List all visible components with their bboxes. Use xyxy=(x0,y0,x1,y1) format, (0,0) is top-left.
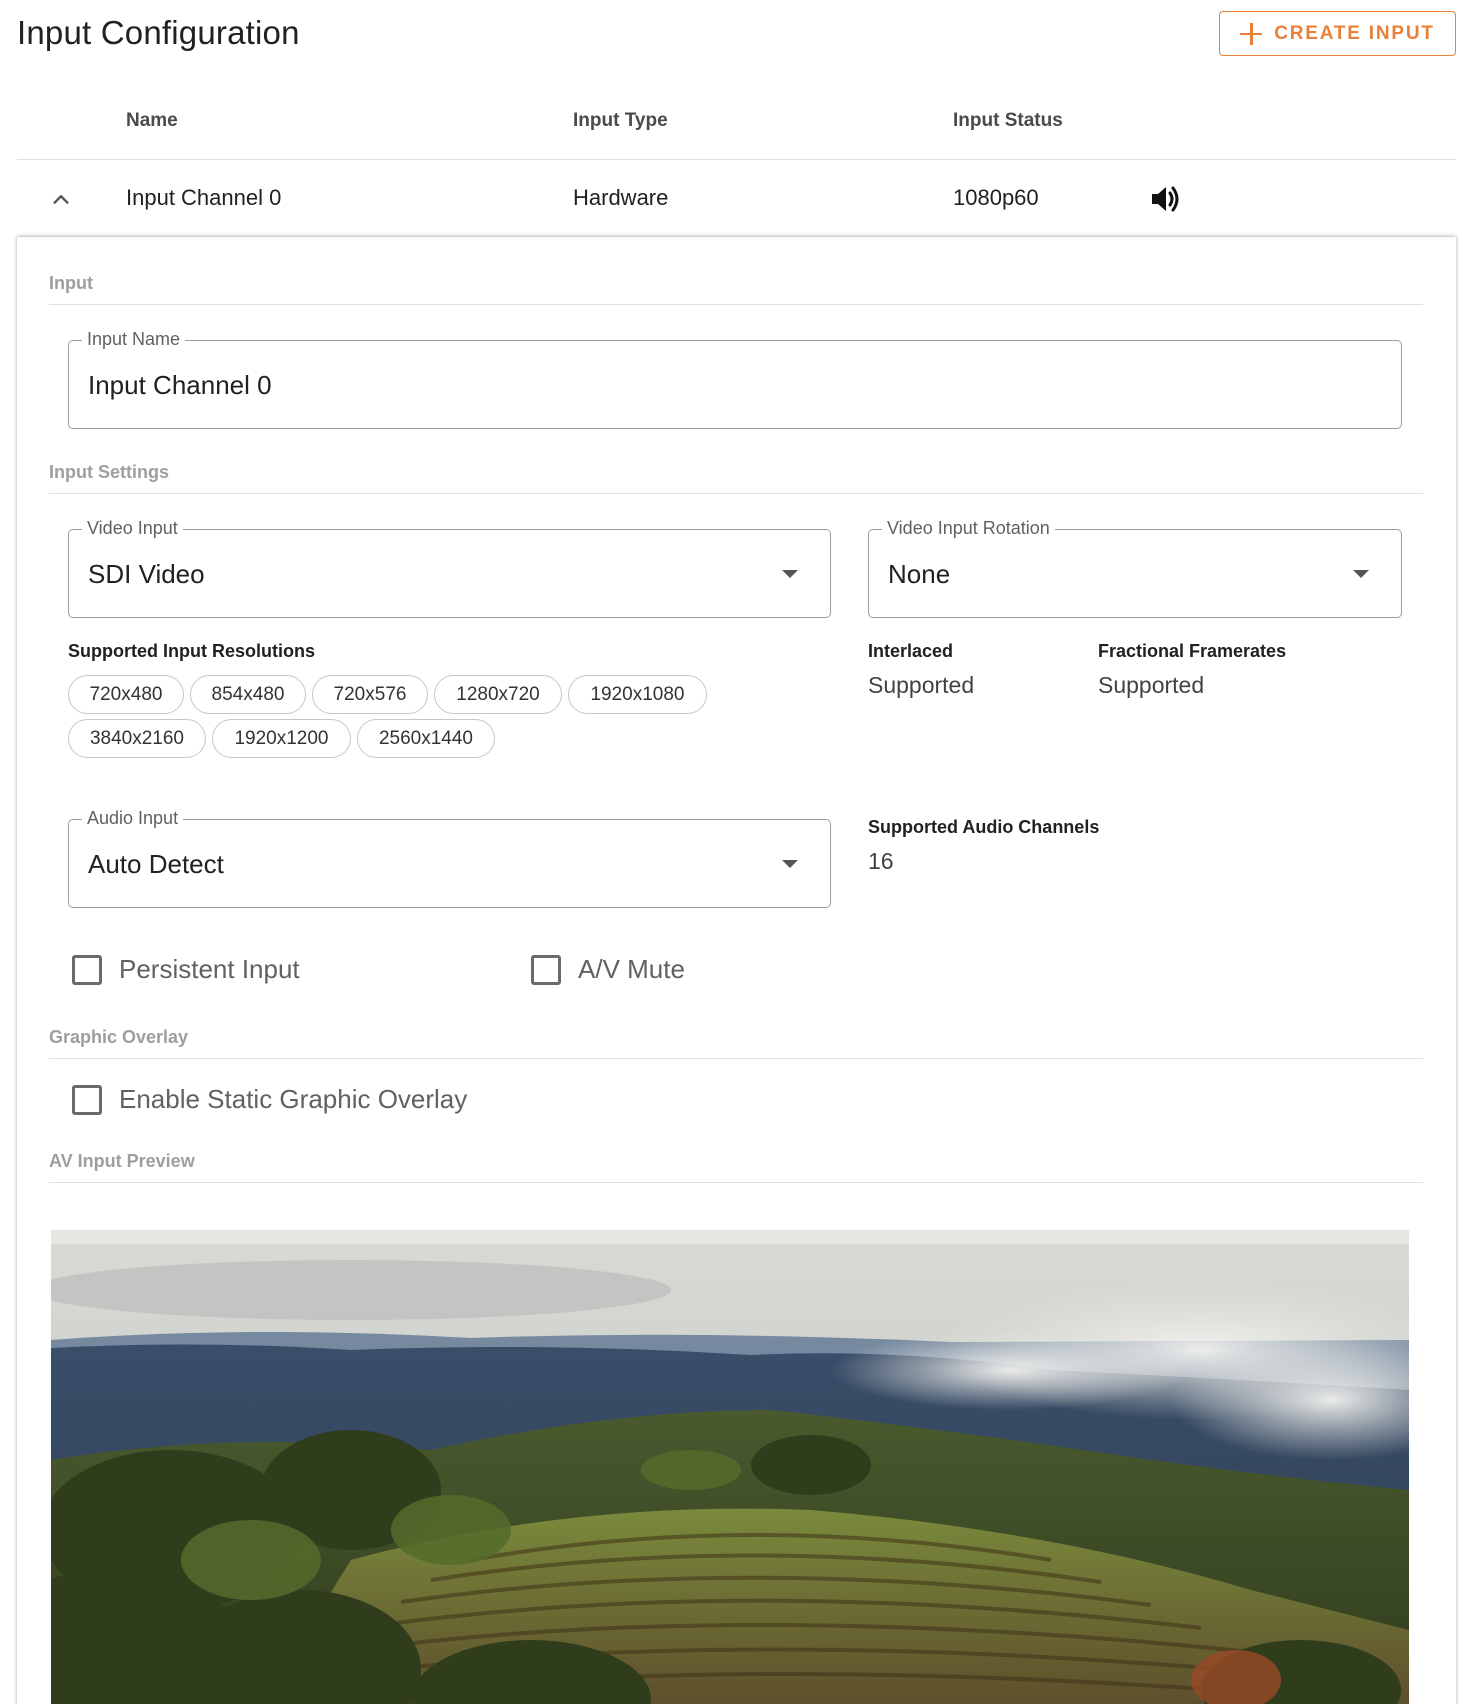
video-rotation-label: Video Input Rotation xyxy=(882,518,1055,539)
section-input-title: Input xyxy=(49,273,93,293)
section-graphic-overlay: Graphic Overlay xyxy=(49,1027,1423,1059)
audio-channels-value: 16 xyxy=(868,848,894,874)
checkbox-box[interactable] xyxy=(72,954,102,985)
persistent-input-checkbox[interactable]: Persistent Input xyxy=(72,954,300,985)
section-av-input-preview-title: AV Input Preview xyxy=(49,1151,195,1171)
speaker-icon xyxy=(1152,186,1179,212)
page-title: Input Configuration xyxy=(17,14,300,51)
static-overlay-checkbox[interactable]: Enable Static Graphic Overlay xyxy=(72,1084,467,1115)
section-input-settings: Input Settings xyxy=(49,462,1423,494)
video-input-value: SDI Video xyxy=(88,559,205,589)
landscape-preview xyxy=(51,1230,1409,1704)
video-rotation-value: None xyxy=(888,559,951,589)
persistent-input-label: Persistent Input xyxy=(119,954,300,984)
fractional-framerates-label: Fractional Framerates xyxy=(1098,641,1287,661)
input-name-field[interactable]: Input Name Input Channel 0 xyxy=(68,329,1402,429)
create-input-button[interactable]: CREATE INPUT xyxy=(1219,11,1456,56)
audio-input-label: Audio Input xyxy=(82,808,184,829)
resolution-chip: 1920x1200 xyxy=(212,719,351,758)
video-rotation-select[interactable]: Video Input Rotation None xyxy=(868,518,1402,618)
interlaced-value: Supported xyxy=(868,672,975,698)
section-graphic-overlay-title: Graphic Overlay xyxy=(49,1027,189,1047)
plus-icon xyxy=(1240,22,1263,45)
input-name-value[interactable]: Input Channel 0 xyxy=(88,370,272,401)
column-header-input-type: Input Type xyxy=(573,110,668,131)
resolution-chip: 3840x2160 xyxy=(68,719,206,758)
static-overlay-label: Enable Static Graphic Overlay xyxy=(119,1084,468,1114)
resolution-chip: 2560x1440 xyxy=(357,719,495,758)
video-input-select[interactable]: Video Input SDI Video xyxy=(68,518,831,618)
table-row[interactable]: Input Channel 0 Hardware 1080p60 xyxy=(17,161,1456,237)
audio-input-value: Auto Detect xyxy=(88,849,224,879)
section-input: Input xyxy=(49,273,1423,305)
video-input-label: Video Input xyxy=(82,518,183,539)
fractional-framerates-value: Supported xyxy=(1098,672,1205,698)
dropdown-arrow-icon xyxy=(782,570,798,578)
resolution-chip: 720x576 xyxy=(312,675,428,714)
resolutions-label: Supported Input Resolutions xyxy=(68,641,315,661)
audio-input-select[interactable]: Audio Input Auto Detect xyxy=(68,808,831,908)
section-av-input-preview: AV Input Preview xyxy=(49,1151,1423,1183)
column-header-input-status: Input Status xyxy=(953,110,1063,131)
table-header: Name Input Type Input Status xyxy=(17,90,1456,160)
dropdown-arrow-icon xyxy=(782,860,798,868)
av-input-preview-image xyxy=(51,1230,1409,1704)
create-input-label: CREATE INPUT xyxy=(1274,22,1435,44)
row-name: Input Channel 0 xyxy=(126,185,282,210)
av-mute-label: A/V Mute xyxy=(578,954,685,984)
resolution-chip: 1920x1080 xyxy=(568,675,707,714)
dropdown-arrow-icon xyxy=(1353,570,1369,578)
column-header-name: Name xyxy=(126,110,178,131)
chevron-up-icon[interactable] xyxy=(50,188,72,210)
interlaced-label: Interlaced xyxy=(868,641,954,661)
resolution-chip: 1280x720 xyxy=(434,675,562,714)
section-input-settings-title: Input Settings xyxy=(49,462,169,482)
row-input-status: 1080p60 xyxy=(953,185,1039,210)
checkbox-box[interactable] xyxy=(531,954,561,985)
input-name-label: Input Name xyxy=(82,329,186,350)
resolution-chip: 720x480 xyxy=(68,675,184,714)
av-mute-checkbox[interactable]: A/V Mute xyxy=(531,954,685,985)
row-input-type: Hardware xyxy=(573,185,669,210)
checkbox-box[interactable] xyxy=(72,1084,102,1115)
audio-channels-label: Supported Audio Channels xyxy=(868,817,1100,837)
resolution-chip: 854x480 xyxy=(190,675,306,714)
